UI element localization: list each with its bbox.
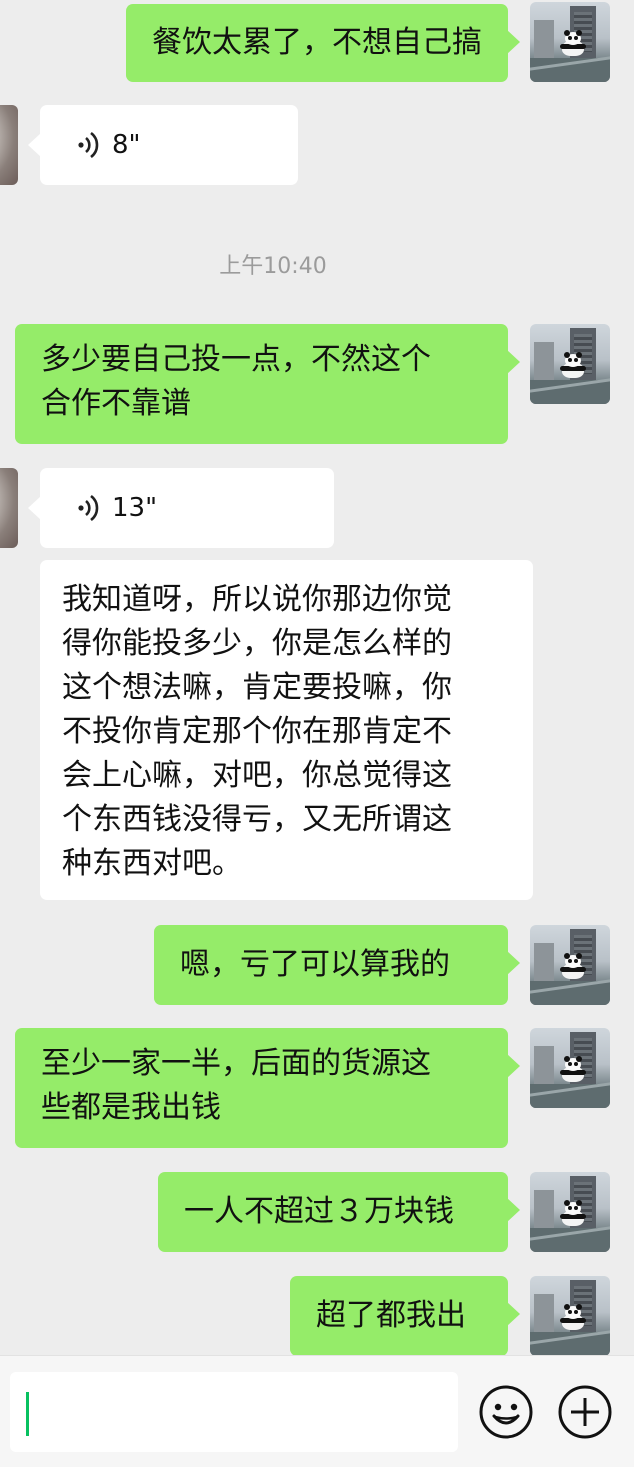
chat-area[interactable]: 餐饮太累了，不想自己搞 8" 上午10:40 多少要自己投一点，不然这个 合作不…: [0, 0, 634, 1355]
message-bubble-sent[interactable]: 嗯，亏了可以算我的: [154, 925, 520, 1005]
my-avatar[interactable]: [530, 925, 610, 1005]
message-line: 多少要自己投一点，不然这个: [41, 342, 431, 377]
contact-avatar[interactable]: [0, 105, 18, 185]
message-line: 得你能投多少，你是怎么样的: [62, 626, 452, 661]
contact-avatar[interactable]: [0, 468, 18, 548]
my-avatar[interactable]: [530, 324, 610, 404]
message-line: 合作不靠谱: [41, 386, 191, 421]
my-avatar[interactable]: [530, 2, 610, 82]
my-avatar[interactable]: [530, 1276, 610, 1355]
voice-transcription-bubble[interactable]: 我知道呀，所以说你那边你觉 得你能投多少，你是怎么样的 这个想法嘛，肯定要投嘛，…: [40, 560, 533, 900]
message-bubble-sent[interactable]: 超了都我出: [290, 1276, 520, 1355]
voice-message[interactable]: 8": [28, 105, 298, 185]
my-avatar[interactable]: [530, 1172, 610, 1252]
message-line: 这个想法嘛，肯定要投嘛，你: [62, 670, 452, 705]
voice-wave-icon: [78, 131, 99, 159]
voice-wave-icon: [78, 494, 99, 522]
text-cursor: [26, 1392, 29, 1436]
message-line: 会上心嘛，对吧，你总觉得这: [62, 758, 452, 793]
message-bubble-sent[interactable]: 一人不超过３万块钱: [158, 1172, 520, 1252]
message-text: 嗯，亏了可以算我的: [180, 947, 450, 982]
message-text: 餐饮太累了，不想自己搞: [152, 25, 482, 60]
voice-message[interactable]: 13": [28, 468, 334, 548]
message-line: 至少一家一半，后面的货源这: [41, 1046, 431, 1081]
message-line: 不投你肯定那个你在那肯定不: [62, 714, 452, 749]
plus-circle-icon[interactable]: [557, 1384, 613, 1440]
message-line: 个东西钱没得亏，又无所谓这: [62, 802, 452, 837]
message-line: 种东西对吧。: [62, 846, 242, 881]
message-line: 我知道呀，所以说你那边你觉: [62, 582, 452, 617]
message-line: 些都是我出钱: [41, 1090, 221, 1125]
input-bar: [0, 1355, 634, 1467]
message-bubble-sent[interactable]: 餐饮太累了，不想自己搞: [126, 4, 520, 82]
emoji-face-icon[interactable]: [478, 1384, 534, 1440]
voice-duration: 13": [112, 493, 158, 523]
voice-duration: 8": [112, 130, 141, 160]
message-input[interactable]: [10, 1372, 458, 1452]
message-bubble-sent[interactable]: 多少要自己投一点，不然这个 合作不靠谱: [15, 324, 520, 444]
message-bubble-sent[interactable]: 至少一家一半，后面的货源这 些都是我出钱: [15, 1028, 520, 1148]
message-text: 超了都我出: [316, 1298, 466, 1333]
message-text: 一人不超过３万块钱: [184, 1194, 454, 1229]
my-avatar[interactable]: [530, 1028, 610, 1108]
timestamp: 上午10:40: [219, 254, 327, 279]
